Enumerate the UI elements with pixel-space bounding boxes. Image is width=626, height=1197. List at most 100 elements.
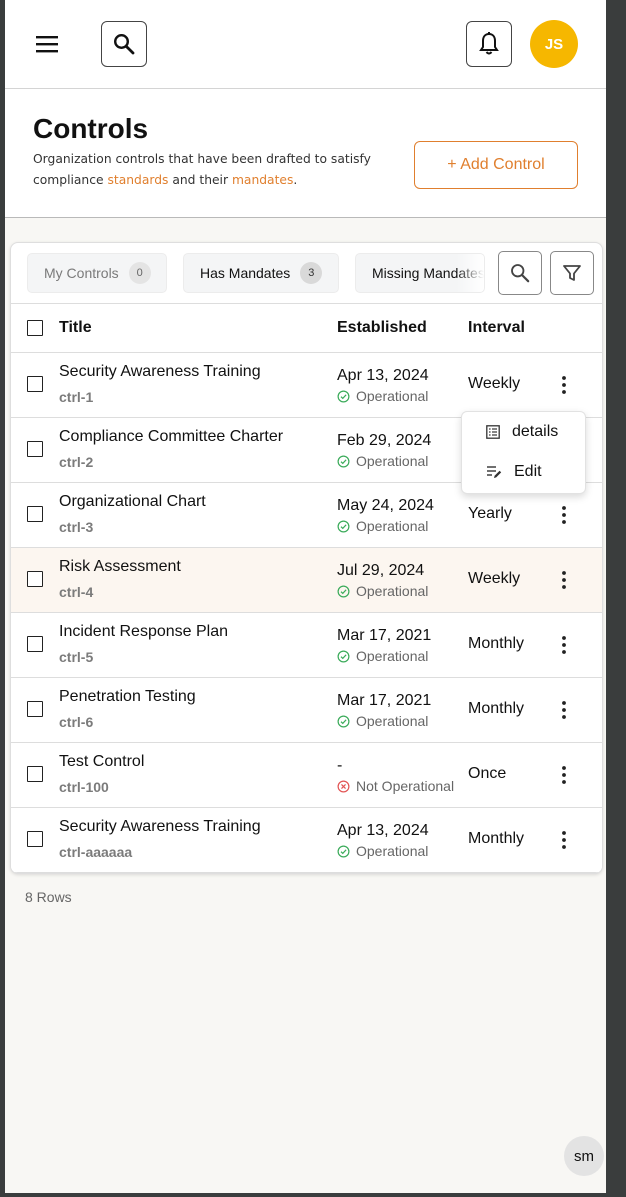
established-date: - bbox=[337, 757, 343, 774]
check-circle-icon bbox=[337, 650, 350, 662]
table-row[interactable]: Test Control ctrl-100 - Not Operational … bbox=[11, 743, 602, 808]
table-filter-button[interactable] bbox=[550, 251, 594, 295]
page-header: Controls Organization controls that have… bbox=[5, 89, 606, 218]
interval-value: Weekly bbox=[468, 570, 521, 587]
more-vertical-icon bbox=[562, 831, 566, 849]
control-title[interactable]: Risk Assessment bbox=[59, 558, 181, 576]
control-title[interactable]: Incident Response Plan bbox=[59, 623, 228, 641]
tab-missing-mandates[interactable]: Missing Mandates bbox=[355, 253, 485, 293]
corner-badge[interactable]: sm bbox=[564, 1136, 604, 1176]
page-description: Organization controls that have been dra… bbox=[33, 152, 371, 187]
row-checkbox[interactable] bbox=[27, 636, 43, 652]
control-title[interactable]: Security Awareness Training bbox=[59, 818, 261, 836]
status-label: Operational bbox=[337, 583, 428, 599]
row-checkbox[interactable] bbox=[27, 376, 43, 392]
row-checkbox[interactable] bbox=[27, 831, 43, 847]
row-actions-button[interactable] bbox=[553, 695, 575, 725]
row-checkbox[interactable] bbox=[27, 441, 43, 457]
hamburger-icon bbox=[36, 36, 58, 53]
rows-count: 8 Rows bbox=[25, 889, 72, 905]
column-header-established[interactable]: Established bbox=[337, 319, 427, 337]
add-control-button[interactable]: + Add Control bbox=[414, 141, 578, 189]
filter-icon bbox=[563, 265, 581, 281]
list-details-icon bbox=[486, 425, 500, 439]
established-date: Mar 17, 2021 bbox=[337, 627, 432, 644]
row-actions-menu: details Edit bbox=[461, 411, 586, 494]
table-row[interactable]: Penetration Testing ctrl-6 Mar 17, 2021 … bbox=[11, 678, 602, 743]
row-checkbox[interactable] bbox=[27, 701, 43, 717]
row-checkbox[interactable] bbox=[27, 506, 43, 522]
standards-link[interactable]: standards bbox=[107, 173, 168, 187]
notifications-button[interactable] bbox=[466, 21, 512, 67]
table-row[interactable]: Incident Response Plan ctrl-5 Mar 17, 20… bbox=[11, 613, 602, 678]
control-title[interactable]: Penetration Testing bbox=[59, 688, 196, 706]
edit-note-icon bbox=[487, 466, 502, 478]
status-label: Operational bbox=[337, 453, 428, 469]
established-date: Apr 13, 2024 bbox=[337, 367, 429, 384]
control-title[interactable]: Security Awareness Training bbox=[59, 363, 261, 381]
established-date: Apr 13, 2024 bbox=[337, 822, 429, 839]
check-circle-icon bbox=[337, 845, 350, 857]
status-label: Operational bbox=[337, 518, 428, 534]
row-actions-button[interactable] bbox=[553, 370, 575, 400]
app-window: JS Controls Organization controls that h… bbox=[5, 0, 606, 1193]
check-circle-icon bbox=[337, 585, 350, 597]
control-code: ctrl-4 bbox=[59, 584, 94, 600]
menu-item-edit[interactable]: Edit bbox=[462, 452, 585, 492]
more-vertical-icon bbox=[562, 376, 566, 394]
tab-has-mandates[interactable]: Has Mandates 3 bbox=[183, 253, 339, 293]
interval-value: Monthly bbox=[468, 635, 525, 652]
table-row[interactable]: Security Awareness Training ctrl-aaaaaa … bbox=[11, 808, 602, 873]
control-code: ctrl-5 bbox=[59, 649, 94, 665]
menu-item-details[interactable]: details bbox=[462, 412, 585, 452]
row-actions-button[interactable] bbox=[553, 760, 575, 790]
row-actions-button[interactable] bbox=[553, 825, 575, 855]
control-code: ctrl-2 bbox=[59, 454, 94, 470]
row-actions-button[interactable] bbox=[553, 500, 575, 530]
established-date: Mar 17, 2021 bbox=[337, 692, 432, 709]
control-code: ctrl-6 bbox=[59, 714, 94, 730]
table-search-button[interactable] bbox=[498, 251, 542, 295]
check-circle-icon bbox=[337, 455, 350, 467]
established-date: May 24, 2024 bbox=[337, 497, 434, 514]
table-row[interactable]: Risk Assessment ctrl-4 Jul 29, 2024 Oper… bbox=[11, 548, 602, 613]
tab-my-controls[interactable]: My Controls 0 bbox=[27, 253, 167, 293]
controls-table-card: My Controls 0 Has Mandates 3 Missing Man… bbox=[10, 242, 603, 874]
check-circle-icon bbox=[337, 715, 350, 727]
table-row[interactable]: Security Awareness Training ctrl-1 Apr 1… bbox=[11, 353, 602, 418]
row-actions-button[interactable] bbox=[553, 565, 575, 595]
search-icon bbox=[113, 33, 135, 55]
status-label: Operational bbox=[337, 648, 428, 664]
control-code: ctrl-aaaaaa bbox=[59, 844, 133, 860]
page-title: Controls bbox=[33, 113, 149, 144]
select-all-checkbox[interactable] bbox=[27, 320, 43, 336]
control-code: ctrl-1 bbox=[59, 389, 94, 405]
established-date: Jul 29, 2024 bbox=[337, 562, 425, 579]
interval-value: Once bbox=[468, 765, 507, 782]
check-circle-icon bbox=[337, 520, 350, 532]
row-actions-button[interactable] bbox=[553, 630, 575, 660]
interval-value: Weekly bbox=[468, 375, 521, 392]
control-title[interactable]: Compliance Committee Charter bbox=[59, 428, 283, 446]
hamburger-menu-button[interactable] bbox=[33, 26, 61, 62]
column-header-interval[interactable]: Interval bbox=[468, 319, 525, 337]
user-avatar[interactable]: JS bbox=[530, 20, 578, 68]
control-code: ctrl-3 bbox=[59, 519, 94, 535]
established-date: Feb 29, 2024 bbox=[337, 432, 432, 449]
mandates-link[interactable]: mandates bbox=[232, 173, 293, 187]
status-label: Operational bbox=[337, 713, 428, 729]
table-toolbar: My Controls 0 Has Mandates 3 Missing Man… bbox=[11, 243, 602, 304]
control-title[interactable]: Organizational Chart bbox=[59, 493, 206, 511]
interval-value: Monthly bbox=[468, 700, 525, 717]
status-label: Not Operational bbox=[337, 778, 454, 794]
more-vertical-icon bbox=[562, 506, 566, 524]
control-title[interactable]: Test Control bbox=[59, 753, 144, 771]
row-checkbox[interactable] bbox=[27, 571, 43, 587]
row-checkbox[interactable] bbox=[27, 766, 43, 782]
column-header-title[interactable]: Title bbox=[59, 319, 92, 337]
global-search-button[interactable] bbox=[101, 21, 147, 67]
x-circle-icon bbox=[337, 780, 350, 792]
top-bar: JS bbox=[5, 0, 606, 89]
more-vertical-icon bbox=[562, 701, 566, 719]
status-label: Operational bbox=[337, 843, 428, 859]
